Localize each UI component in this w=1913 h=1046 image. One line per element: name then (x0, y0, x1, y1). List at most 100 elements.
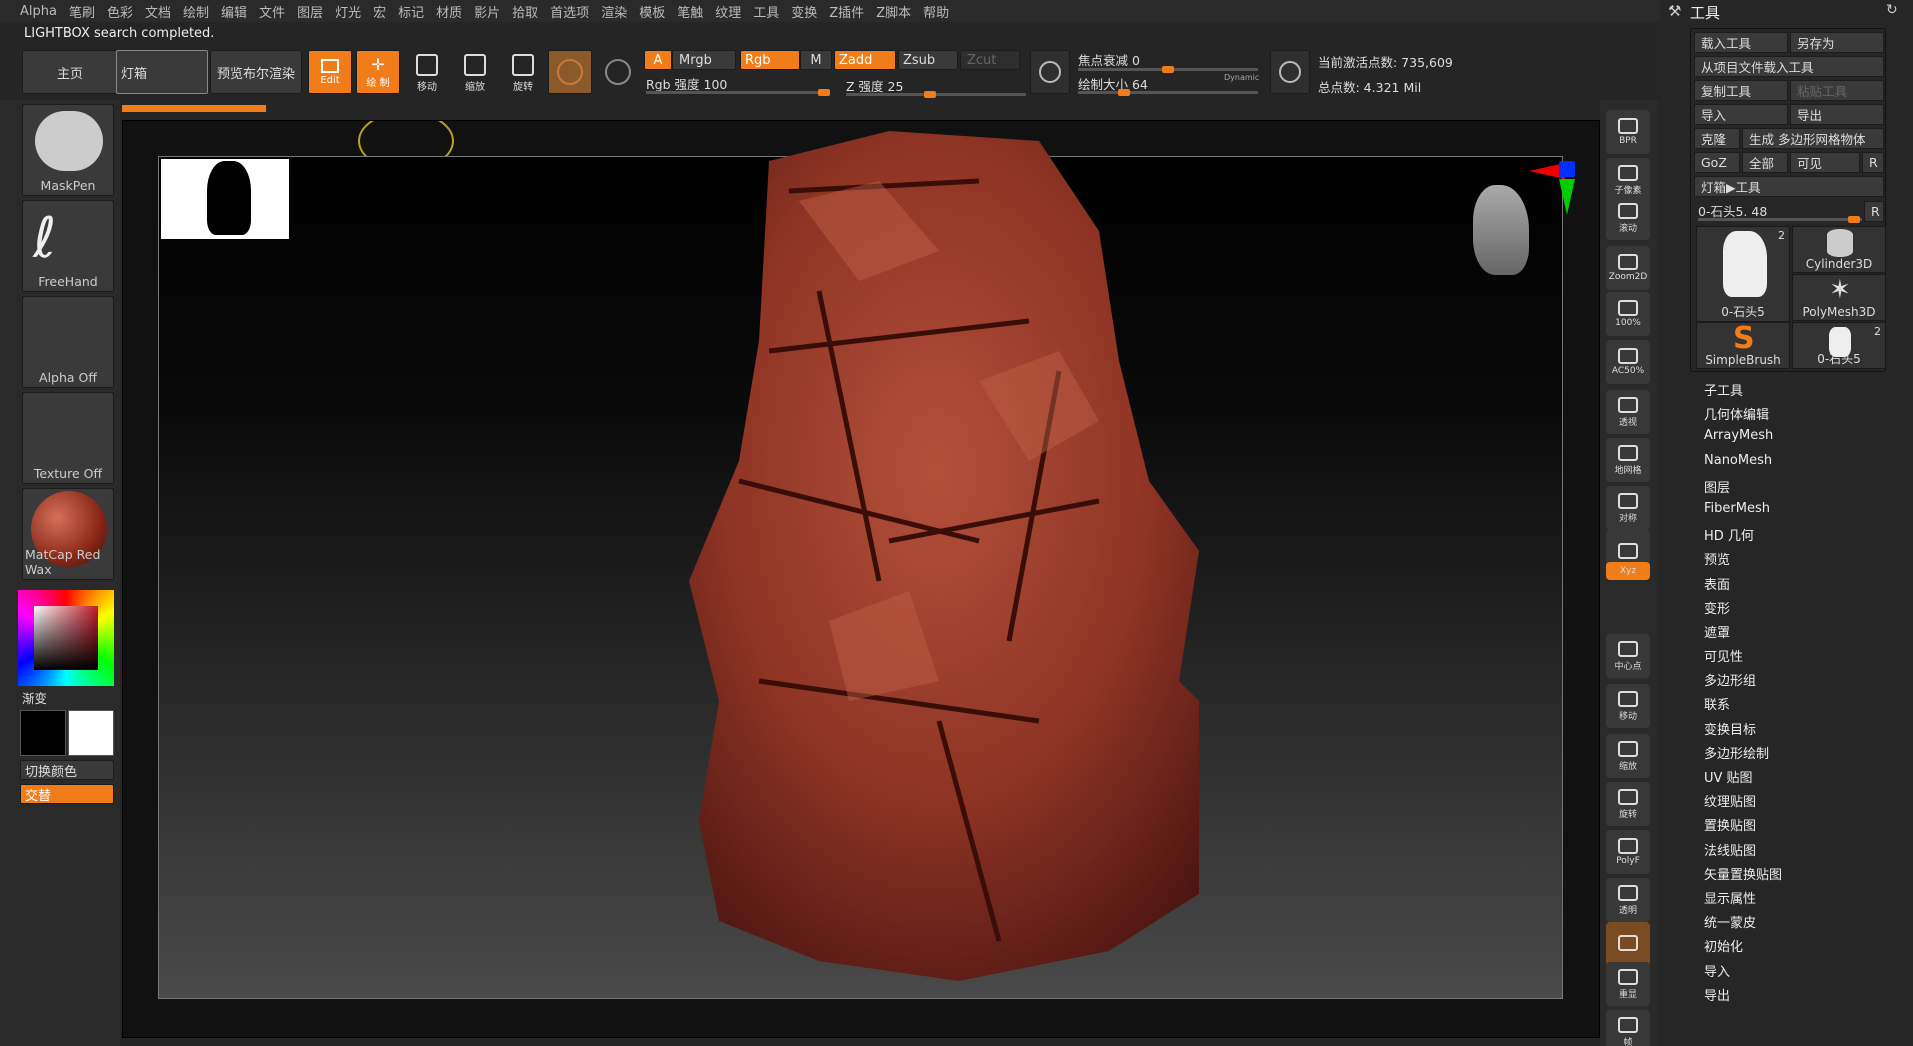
save-as-button[interactable]: 另存为 (1790, 32, 1884, 53)
tool-subpalette-item[interactable]: FiberMesh (1704, 501, 1782, 525)
dynamic-label[interactable]: Dynamic (1224, 73, 1259, 82)
menu-item[interactable]: Alpha (20, 4, 57, 19)
menu-item[interactable]: 标记 (398, 2, 424, 21)
tool-subpalette-item[interactable]: 初始化 (1704, 936, 1782, 960)
menu-item[interactable]: 笔触 (677, 2, 703, 21)
tool-subpalette-item[interactable]: 变换目标 (1704, 719, 1782, 743)
menu-item[interactable]: 笔刷 (69, 2, 95, 21)
dock-button[interactable]: 100% (1606, 292, 1650, 336)
menu-item[interactable]: 材质 (436, 2, 462, 21)
paste-tool-button[interactable]: 粘贴工具 (1790, 80, 1884, 101)
menu-item[interactable]: 编辑 (221, 2, 247, 21)
viewport[interactable] (122, 120, 1600, 1038)
tool-subpalette-item[interactable]: NanoMesh (1704, 453, 1782, 477)
tool-subpalette-item[interactable]: 多边形绘制 (1704, 743, 1782, 767)
tool-subpalette-item[interactable]: 表面 (1704, 574, 1782, 598)
menu-item[interactable]: 灯光 (335, 2, 361, 21)
dock-button[interactable]: 透视 (1606, 390, 1650, 434)
current-tool-r-button[interactable]: R (1864, 201, 1884, 222)
scale-button[interactable]: 缩放 (452, 50, 498, 96)
tool-subpalette-item[interactable]: UV 贴图 (1704, 767, 1782, 791)
tool-thumb-polymesh3d[interactable]: ✶ PolyMesh3D (1792, 274, 1886, 321)
main-color-swatch[interactable] (20, 710, 66, 756)
tool-subpalette-item[interactable]: 变形 (1704, 598, 1782, 622)
texture-slot[interactable]: Texture Off (22, 392, 114, 484)
menu-item[interactable]: 帮助 (923, 2, 949, 21)
tool-subpalette-item[interactable]: 矢量置换贴图 (1704, 864, 1782, 888)
dock-button[interactable] (1606, 922, 1650, 966)
alternate-button[interactable]: 交替 (20, 784, 114, 804)
focal-shift-slider[interactable] (1078, 66, 1258, 73)
dock-button[interactable]: 重显 (1606, 962, 1650, 1006)
dock-button[interactable]: PolyF (1606, 830, 1650, 874)
make-polymesh-button[interactable]: 生成 多边形网格物体 (1742, 128, 1884, 149)
menu-item[interactable]: 影片 (474, 2, 500, 21)
menu-item[interactable]: 首选项 (550, 2, 589, 21)
m-toggle[interactable]: M (800, 50, 832, 70)
rgb-toggle[interactable]: Rgb (740, 50, 800, 70)
dock-button[interactable]: 缩放 (1606, 734, 1650, 778)
zsub-toggle[interactable]: Zsub (898, 50, 958, 70)
export-button[interactable]: 导出 (1790, 104, 1884, 125)
menu-item[interactable]: 宏 (373, 2, 386, 21)
tool-subpalette-item[interactable]: 子工具 (1704, 380, 1782, 404)
dock-button[interactable]: 中心点 (1606, 634, 1650, 678)
menu-item[interactable]: 文件 (259, 2, 285, 21)
tool-subpalette-item[interactable]: 预览 (1704, 549, 1782, 573)
menu-item[interactable]: Z插件 (829, 2, 864, 21)
tool-subpalette-item[interactable]: 统一蒙皮 (1704, 912, 1782, 936)
dock-button[interactable]: 地网格 (1606, 438, 1650, 482)
dock-button[interactable]: 滚动 (1606, 196, 1650, 240)
dock-button[interactable] (1606, 582, 1650, 600)
zcut-toggle[interactable]: Zcut (960, 50, 1020, 70)
menu-item[interactable]: 渲染 (601, 2, 627, 21)
dock-button[interactable]: 移动 (1606, 684, 1650, 728)
menu-item[interactable]: 工具 (753, 2, 779, 21)
copy-tool-button[interactable]: 复制工具 (1694, 80, 1788, 101)
color-picker[interactable] (18, 590, 114, 686)
secondary-color-swatch[interactable] (68, 710, 114, 756)
color-square[interactable] (34, 606, 98, 670)
tool-subpalette-item[interactable]: 图层 (1704, 477, 1782, 501)
menu-item[interactable]: 变换 (791, 2, 817, 21)
dock-button[interactable]: Xyz (1606, 562, 1650, 580)
dock-button[interactable]: 对称 (1606, 486, 1650, 530)
tool-subpalette-item[interactable]: 联系 (1704, 694, 1782, 718)
draw-size-slider[interactable] (1078, 89, 1258, 96)
goz-button[interactable]: GoZ (1694, 152, 1740, 173)
refresh-icon[interactable]: ↻ (1886, 2, 1898, 18)
dock-button[interactable]: 帧 (1606, 1010, 1650, 1046)
tool-subpalette-item[interactable]: 多边形组 (1704, 670, 1782, 694)
a-toggle[interactable]: A (644, 50, 672, 70)
preview-boolean-render-button[interactable]: 预览布尔渲染 (210, 50, 302, 94)
goz-visible-button[interactable]: 可见 (1790, 152, 1860, 173)
document-canvas[interactable] (158, 131, 1575, 999)
switch-color-button[interactable]: 切换颜色 (20, 760, 114, 780)
menu-item[interactable]: 模板 (639, 2, 665, 21)
symmetry-swirl-button[interactable] (598, 54, 638, 90)
rgb-strength-slider[interactable] (646, 89, 830, 96)
move-button[interactable]: 移动 (404, 50, 450, 96)
lightbox-button[interactable]: 灯箱 (116, 50, 208, 94)
tool-subpalette-item[interactable]: 可见性 (1704, 646, 1782, 670)
alpha-slot[interactable]: Alpha Off (22, 296, 114, 388)
menu-item[interactable]: 拾取 (512, 2, 538, 21)
tool-subpalette-item[interactable]: 显示属性 (1704, 888, 1782, 912)
dock-button[interactable]: 旋转 (1606, 782, 1650, 826)
tool-subpalette-item[interactable]: 纹理贴图 (1704, 791, 1782, 815)
navigation-thumbnail[interactable] (161, 159, 289, 239)
tool-subpalette-item[interactable]: ArrayMesh (1704, 428, 1782, 452)
gradient-label[interactable]: 渐变 (22, 688, 47, 707)
import-button[interactable]: 导入 (1694, 104, 1788, 125)
menu-item[interactable]: 文档 (145, 2, 171, 21)
tool-subpalette-item[interactable]: HD 几何 (1704, 525, 1782, 549)
focal-shift-icon-button[interactable] (1030, 50, 1070, 94)
dock-button[interactable]: 透明 (1606, 878, 1650, 922)
material-slot[interactable]: MatCap Red Wax (22, 488, 114, 580)
rock-sculpt[interactable] (679, 121, 1199, 981)
material-sphere-button[interactable] (548, 50, 592, 94)
dock-button[interactable]: AC50% (1606, 340, 1650, 384)
menu-item[interactable]: Z脚本 (876, 2, 911, 21)
draw-button[interactable]: ✛ 绘 制 (356, 50, 400, 94)
tool-subpalette-item[interactable]: 置换贴图 (1704, 815, 1782, 839)
